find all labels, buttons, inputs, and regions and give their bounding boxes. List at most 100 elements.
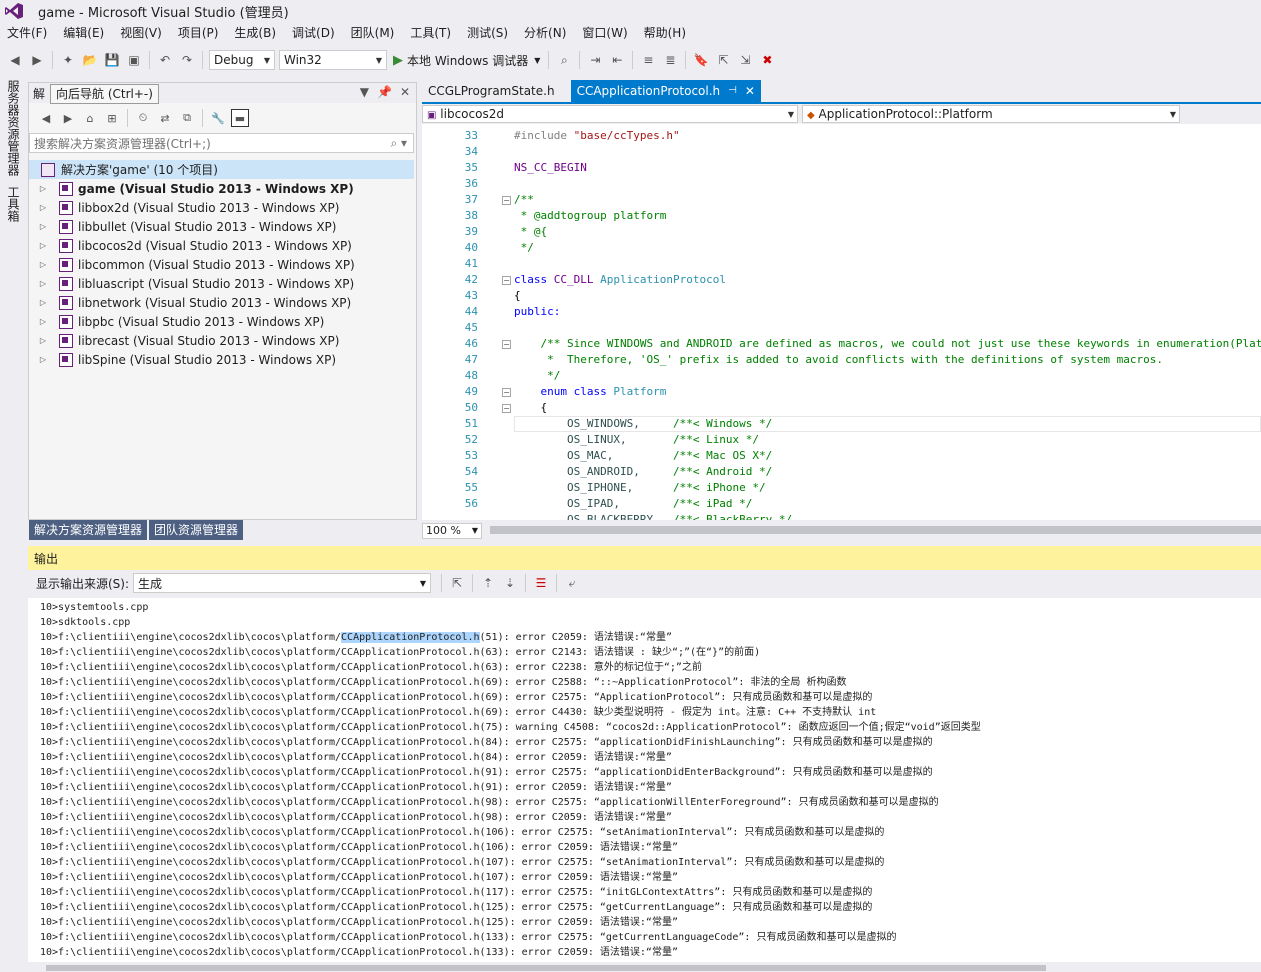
find-message-in-code-icon[interactable]: ⇱ <box>448 574 466 592</box>
collapse-all-icon[interactable]: ⧉ <box>178 109 196 127</box>
bookmark-icon[interactable]: 🔖 <box>692 51 710 69</box>
solution-search-input[interactable]: 搜索解决方案资源管理器(Ctrl+;) ⌕ ▾ <box>29 133 414 153</box>
collapse-region-icon[interactable]: − <box>502 404 511 413</box>
tab-ccapplicationprotocol[interactable]: CCApplicationProtocol.h ⊣ ✕ <box>570 80 761 102</box>
next-bookmark-icon[interactable]: ⇲ <box>736 51 754 69</box>
outdent-icon[interactable]: ⇤ <box>608 51 626 69</box>
collapse-region-icon[interactable]: − <box>502 276 511 285</box>
close-icon[interactable]: ✕ <box>400 85 410 99</box>
expand-arrow-icon[interactable]: ▷ <box>37 298 49 307</box>
new-project-icon[interactable]: ✦ <box>59 51 77 69</box>
chevron-down-icon: ▼ <box>1169 109 1176 119</box>
properties-icon[interactable]: 🔧 <box>209 109 227 127</box>
member-scope-select[interactable]: ◆ ApplicationProtocol::Platform ▼ <box>802 105 1180 123</box>
project-scope-select[interactable]: ▣ libcocos2d ▼ <box>422 105 798 123</box>
navigate-forward-icon[interactable]: ▶ <box>28 51 46 69</box>
line-number: 41 <box>464 257 478 270</box>
project-node[interactable]: ▷ libnetwork (Visual Studio 2013 - Window… <box>29 293 414 312</box>
tab-ccglprogramstate[interactable]: CCGLProgramState.h <box>422 80 561 102</box>
previous-bookmark-icon[interactable]: ⇱ <box>714 51 732 69</box>
save-all-icon[interactable]: ▣ <box>125 51 143 69</box>
project-node[interactable]: ▷ libcocos2d (Visual Studio 2013 - Window… <box>29 236 414 255</box>
tab-solution-explorer[interactable]: 解决方案资源管理器 <box>29 520 148 540</box>
indent-icon[interactable]: ⇥ <box>586 51 604 69</box>
collapse-region-icon[interactable]: − <box>502 388 511 397</box>
pin-icon[interactable]: 📌 <box>377 85 392 99</box>
open-file-icon[interactable]: 📂 <box>81 51 99 69</box>
back-icon[interactable]: ◀ <box>37 109 55 127</box>
project-node[interactable]: ▷ libSpine (Visual Studio 2013 - Windows … <box>29 350 414 369</box>
output-horizontal-scrollbar[interactable] <box>28 962 1261 972</box>
previous-message-icon[interactable]: ⇡ <box>479 574 497 592</box>
sync-with-active-document-icon[interactable]: ⇄ <box>156 109 174 127</box>
server-explorer-tab[interactable]: 服务器资源管理器 <box>5 80 22 176</box>
menu-item[interactable]: 视图(V) <box>113 22 171 44</box>
pin-icon[interactable]: ⊣ <box>728 80 737 102</box>
expand-arrow-icon[interactable]: ▷ <box>37 184 49 193</box>
menu-item[interactable]: 团队(M) <box>344 22 404 44</box>
find-in-files-icon[interactable]: ⌕ <box>555 51 573 69</box>
project-node[interactable]: ▷ libcommon (Visual Studio 2013 - Windows… <box>29 255 414 274</box>
output-text-area[interactable]: 10>systemtools.cpp 10>sdktools.cpp 10>f:\c… <box>28 598 1261 962</box>
navigate-back-icon[interactable]: ◀ <box>6 51 24 69</box>
chevron-down-icon: ▼ <box>375 55 382 65</box>
expand-arrow-icon[interactable]: ▷ <box>37 260 49 269</box>
expand-arrow-icon[interactable]: ▷ <box>37 336 49 345</box>
next-message-icon[interactable]: ⇣ <box>501 574 519 592</box>
undo-icon[interactable]: ↶ <box>156 51 174 69</box>
solution-configuration-select[interactable]: Debug ▼ <box>209 50 275 70</box>
start-debugging-button[interactable]: ▶ 本地 Windows 调试器 ▼ <box>389 52 544 69</box>
menu-item[interactable]: 编辑(E) <box>56 22 113 44</box>
close-icon[interactable]: ✕ <box>745 80 755 102</box>
expand-arrow-icon[interactable]: ▷ <box>37 355 49 364</box>
pending-changes-filter-icon[interactable]: ⏲ <box>134 109 152 127</box>
zoom-select[interactable]: 100 % ▼ <box>422 522 482 539</box>
code-line: OS_MAC, /**< Mac OS X*/ <box>514 448 772 464</box>
tab-team-explorer[interactable]: 团队资源管理器 <box>149 520 244 540</box>
expand-arrow-icon[interactable]: ▷ <box>37 203 49 212</box>
window-position-dropdown-icon[interactable]: ▼ <box>360 85 369 99</box>
editor-horizontal-scrollbar[interactable] <box>490 526 1261 534</box>
project-node[interactable]: ▷ libbullet (Visual Studio 2013 - Windows… <box>29 217 414 236</box>
menu-item[interactable]: 调试(D) <box>285 22 344 44</box>
project-node[interactable]: ▷ libluascript (Visual Studio 2013 - Wind… <box>29 274 414 293</box>
project-node[interactable]: ▷ librecast (Visual Studio 2013 - Windows… <box>29 331 414 350</box>
menu-item[interactable]: 项目(P) <box>171 22 228 44</box>
project-node[interactable]: ▷ libbox2d (Visual Studio 2013 - Windows … <box>29 198 414 217</box>
collapse-region-icon[interactable]: − <box>502 340 511 349</box>
menu-item[interactable]: 测试(S) <box>460 22 517 44</box>
preview-selected-items-icon[interactable]: ▬ <box>231 109 249 127</box>
comment-icon[interactable]: ≡ <box>639 51 657 69</box>
forward-icon[interactable]: ▶ <box>59 109 77 127</box>
solution-root-node[interactable]: 解决方案'game' (10 个项目) <box>29 160 414 179</box>
scrollbar-thumb[interactable] <box>46 965 1046 971</box>
project-node[interactable]: ▷ libpbc (Visual Studio 2013 - Windows XP… <box>29 312 414 331</box>
output-line: 10>f:\clientiii\engine\cocos2dxlib\cocos… <box>40 767 933 778</box>
switch-views-icon[interactable]: ⊞ <box>103 109 121 127</box>
expand-arrow-icon[interactable]: ▷ <box>37 279 49 288</box>
output-source-select[interactable]: 生成 ▼ <box>133 573 432 593</box>
menu-item[interactable]: 文件(F) <box>0 22 56 44</box>
save-icon[interactable]: 💾 <box>103 51 121 69</box>
menu-item[interactable]: 生成(B) <box>227 22 285 44</box>
output-line: 10>sdktools.cpp <box>40 617 131 628</box>
collapse-region-icon[interactable]: − <box>502 196 511 205</box>
solution-platform-select[interactable]: Win32 ▼ <box>279 50 387 70</box>
home-icon[interactable]: ⌂ <box>81 109 99 127</box>
menu-item[interactable]: 窗口(W) <box>575 22 636 44</box>
expand-arrow-icon[interactable]: ▷ <box>37 222 49 231</box>
toggle-word-wrap-icon[interactable]: ⤶ <box>563 574 581 592</box>
project-node[interactable]: ▷ game (Visual Studio 2013 - Windows XP) <box>29 179 414 198</box>
clear-bookmarks-icon[interactable]: ✖ <box>758 51 776 69</box>
toolbox-tab[interactable]: 工具箱 <box>5 186 22 222</box>
menu-item[interactable]: 分析(N) <box>517 22 575 44</box>
redo-icon[interactable]: ↷ <box>178 51 196 69</box>
code-editor[interactable]: 33 34 35 36 37 38 39 40 41 42 43 44 45 46 47 48 49 50 51 52… <box>422 124 1261 520</box>
uncomment-icon[interactable]: ≣ <box>661 51 679 69</box>
menu-item[interactable]: 工具(T) <box>403 22 460 44</box>
menu-item[interactable]: 帮助(H) <box>637 22 695 44</box>
output-source-value: 生成 <box>138 576 163 591</box>
clear-all-icon[interactable]: ☰ <box>532 574 550 592</box>
expand-arrow-icon[interactable]: ▷ <box>37 241 49 250</box>
expand-arrow-icon[interactable]: ▷ <box>37 317 49 326</box>
